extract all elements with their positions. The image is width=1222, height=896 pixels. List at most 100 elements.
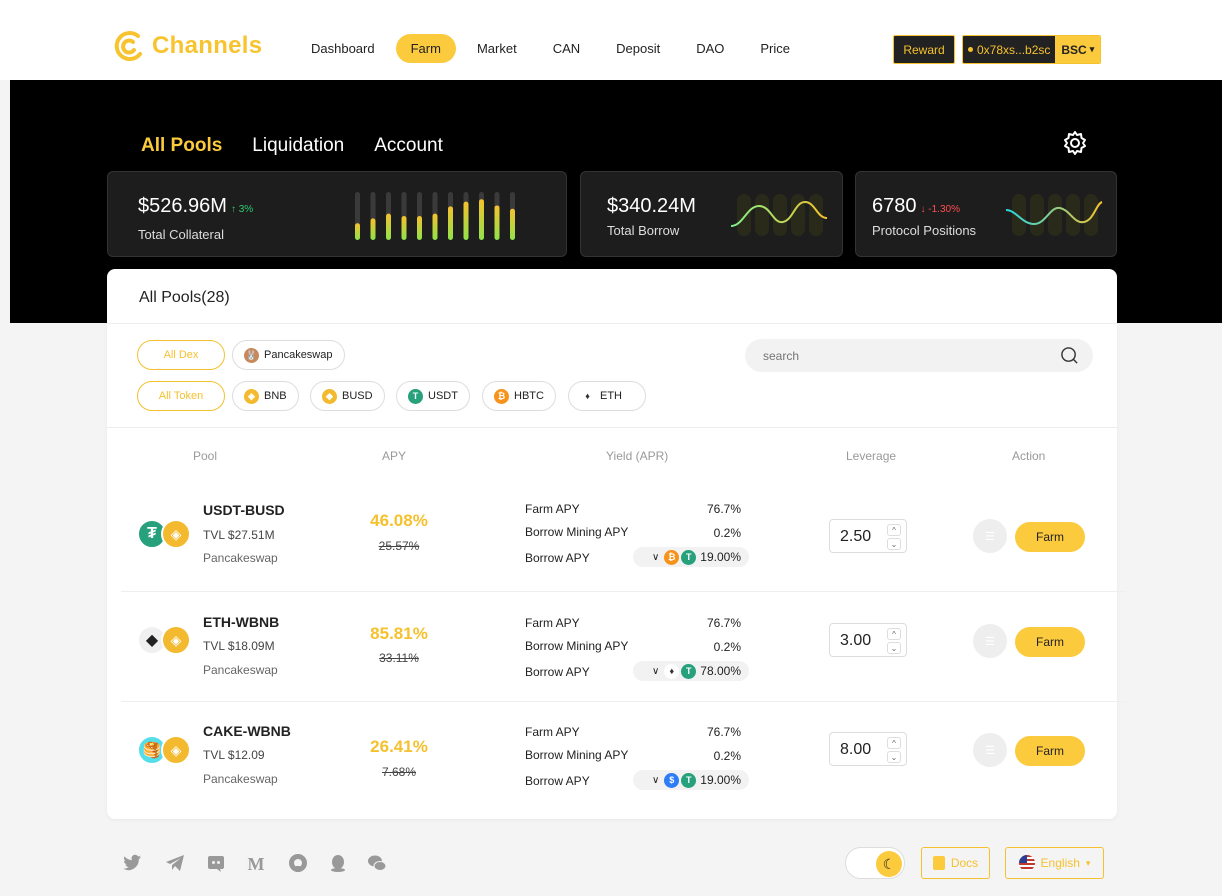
chevron-up-icon[interactable]: ^	[887, 524, 901, 536]
table-row: ◆ ◈ ETH-WBNB TVL $18.09M Pancakeswap 85.…	[121, 592, 1126, 702]
pool-tvl: TVL $18.09M	[203, 639, 275, 653]
borrow-apy-label: Borrow APY	[525, 774, 590, 788]
divider	[107, 427, 1117, 428]
bar-fill	[494, 205, 500, 240]
chevron-down-icon[interactable]: ⌄	[887, 751, 901, 763]
details-list-button[interactable]: ☰	[973, 733, 1007, 767]
pair-icons: ◆ ◈	[137, 625, 193, 659]
us-flag-icon	[1018, 855, 1035, 871]
busd-icon: ◆	[322, 388, 337, 404]
pool-dex: Pancakeswap	[203, 551, 278, 565]
nav-can[interactable]: CAN	[538, 34, 595, 63]
leverage-stepper[interactable]: 8.00 ^ ⌄	[829, 732, 907, 766]
collateral-bars-graphic	[355, 192, 515, 240]
search-icon[interactable]	[1060, 346, 1079, 365]
chevron-up-icon[interactable]: ^	[887, 628, 901, 640]
brand-logo[interactable]: Channels	[114, 30, 262, 62]
leverage-stepper[interactable]: 2.50 ^ ⌄	[829, 519, 907, 553]
collateral-change: ↑ 3%	[230, 204, 254, 215]
filter-hbtc[interactable]: ₿ HBTC	[482, 381, 556, 411]
mining-apy-value: 0.2%	[713, 749, 741, 763]
nav-deposit[interactable]: Deposit	[601, 34, 675, 63]
pool-pair: USDT-BUSD	[203, 502, 285, 518]
telegram-icon[interactable]	[164, 852, 186, 874]
positions-label: Protocol Positions	[872, 223, 977, 238]
filter-eth[interactable]: ♦ ETH	[568, 381, 646, 411]
language-selector[interactable]: English ▾	[1005, 847, 1104, 879]
twitter-icon[interactable]	[121, 852, 143, 874]
farm-button[interactable]: Farm	[1015, 522, 1085, 552]
eth-icon: ♦	[664, 663, 680, 679]
usdt-icon: T	[681, 663, 697, 679]
chevron-up-icon[interactable]: ^	[887, 737, 901, 749]
wechat-icon[interactable]	[366, 852, 388, 874]
chevron-down-icon[interactable]: ⌄	[887, 642, 901, 654]
pool-dex: Pancakeswap	[203, 772, 278, 786]
gear-icon[interactable]	[1062, 130, 1088, 156]
search-box	[745, 339, 1093, 372]
borrow-asset-selector[interactable]: ∨ $ T 19.00%	[633, 770, 749, 790]
col-yield: Yield (APR)	[606, 449, 669, 463]
collateral-value-row: $526.96M ↑ 3%	[138, 195, 253, 218]
filter-all-dex[interactable]: All Dex	[137, 340, 225, 370]
borrow-asset-selector[interactable]: ∨ ₿ T 19.00%	[633, 547, 749, 567]
list-icon: ☰	[985, 530, 995, 543]
filter-usdt[interactable]: T USDT	[396, 381, 470, 411]
col-action: Action	[1012, 449, 1046, 463]
pool-pair: ETH-WBNB	[203, 614, 280, 630]
chain-selector[interactable]: BSC ▾	[1055, 36, 1101, 63]
pool-tvl: TVL $12.09	[203, 748, 265, 762]
tab-all-pools[interactable]: All Pools	[141, 135, 222, 157]
filter-all-token[interactable]: All Token	[137, 381, 225, 411]
farm-button[interactable]: Farm	[1015, 736, 1085, 766]
nav-market[interactable]: Market	[462, 34, 532, 63]
medium-icon[interactable]: M	[245, 852, 267, 874]
bar-fill	[370, 218, 376, 240]
details-list-button[interactable]: ☰	[973, 624, 1007, 658]
wallet-address-text: 0x78xs...b2sc	[977, 42, 1051, 57]
tab-account[interactable]: Account	[374, 135, 443, 157]
nav-farm[interactable]: Farm	[395, 34, 456, 63]
details-list-button[interactable]: ☰	[973, 519, 1007, 553]
borrow-wave-graphic	[730, 194, 828, 236]
filter-hbtc-label: HBTC	[514, 390, 544, 402]
borrow-asset-selector[interactable]: ∨ ♦ T 78.00%	[633, 661, 749, 681]
chevron-down-icon[interactable]: ⌄	[887, 538, 901, 550]
pool-pair: CAKE-WBNB	[203, 723, 291, 739]
borrow-apy-value: 78.00%	[700, 664, 741, 678]
discord-icon[interactable]	[205, 852, 227, 874]
farm-apy-value: 76.7%	[706, 725, 741, 739]
farm-apy-label: Farm APY	[525, 725, 580, 739]
borrow-apy-label: Borrow APY	[525, 551, 590, 565]
wallet-button[interactable]: 0x78xs...b2sc BSC ▾	[962, 35, 1102, 64]
chevron-down-icon: ∨	[651, 665, 660, 677]
tab-liquidation[interactable]: Liquidation	[252, 135, 344, 157]
nav-dao[interactable]: DAO	[681, 34, 739, 63]
github-icon[interactable]	[287, 852, 309, 874]
pool-tvl: TVL $27.51M	[203, 528, 275, 542]
search-input[interactable]	[763, 339, 1043, 372]
leverage-stepper[interactable]: 3.00 ^ ⌄	[829, 623, 907, 657]
filter-busd[interactable]: ◆ BUSD	[310, 381, 385, 411]
nav-dashboard[interactable]: Dashboard	[296, 34, 390, 63]
docs-button[interactable]: Docs	[921, 847, 990, 879]
theme-toggle[interactable]: ☾	[845, 847, 905, 879]
main-nav: Dashboard Farm Market CAN Deposit DAO Pr…	[296, 34, 811, 63]
farm-button[interactable]: Farm	[1015, 627, 1085, 657]
qq-icon[interactable]	[327, 852, 349, 874]
pools-card: All Pools(28) All Dex 🐰 Pancakeswap All …	[107, 269, 1126, 819]
pool-apy-old: 7.68%	[381, 765, 417, 779]
nav-price[interactable]: Price	[745, 34, 805, 63]
language-label: English	[1040, 856, 1080, 870]
filter-pancakeswap[interactable]: 🐰 Pancakeswap	[232, 340, 345, 370]
filter-busd-label: BUSD	[342, 390, 373, 402]
reward-button[interactable]: Reward	[893, 35, 955, 64]
svg-text:M: M	[248, 854, 265, 874]
bnb-icon: ◈	[244, 388, 259, 404]
filter-bnb[interactable]: ◈ BNB	[232, 381, 299, 411]
pair-icons: 🥞 ◈	[137, 735, 193, 769]
hbtc-icon: ₿	[494, 388, 509, 404]
pool-apy-old: 33.11%	[379, 651, 419, 665]
collateral-value: $526.96M	[138, 195, 227, 217]
divider	[107, 323, 1117, 324]
